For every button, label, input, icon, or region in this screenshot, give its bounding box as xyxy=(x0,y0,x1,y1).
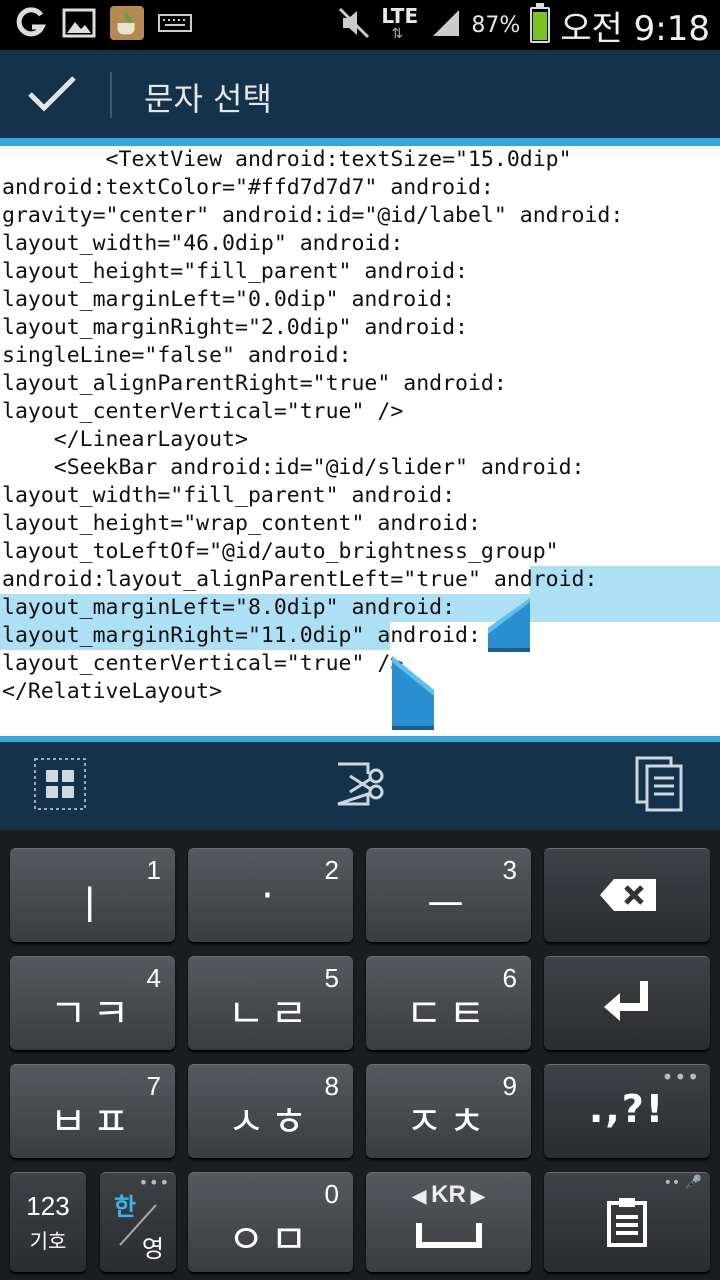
action-bar-divider xyxy=(110,72,112,118)
key-number: 0 xyxy=(324,1179,339,1209)
code-line: layout_height="fill_parent" android: xyxy=(2,259,468,284)
code-line: </RelativeLayout> xyxy=(2,679,223,704)
code-line: android:textColor="#ffd7d7d7" android: xyxy=(2,175,494,200)
key-0[interactable]: 0 ㅇㅁ xyxy=(188,1172,353,1272)
key-label: ㅇㅁ xyxy=(227,1217,314,1263)
more-dots: ••• xyxy=(138,1173,170,1192)
code-line: layout_centerVertical="true" /> xyxy=(2,399,404,424)
code-line: layout_toLeftOf="@id/auto_brightness_gro… xyxy=(2,539,559,564)
key-label: ㅅㅎ xyxy=(227,1099,314,1145)
key-1[interactable]: 1 ㅣ xyxy=(10,848,175,942)
chevron-left-icon: ◀ xyxy=(412,1186,432,1206)
code-line: gravity="center" android:id="@id/label" … xyxy=(2,203,624,228)
code-line: </LinearLayout> xyxy=(2,427,248,452)
clipboard-key[interactable]: •• 🎤 xyxy=(544,1172,710,1272)
key-5[interactable]: 5 ㄴㄹ xyxy=(188,956,353,1050)
page-title: 문자 선택 xyxy=(144,80,272,118)
symbols-label: 123 xyxy=(26,1191,70,1221)
symbols-sublabel: 기호 xyxy=(29,1229,67,1253)
clipboard-icon xyxy=(607,1198,647,1247)
key-label: ㅡ xyxy=(427,883,470,929)
copy-icon[interactable] xyxy=(630,754,690,814)
key-label: ㅣ xyxy=(71,883,114,929)
done-check-icon[interactable] xyxy=(22,68,82,120)
lte-indicator: LTE ⇅ xyxy=(381,4,419,42)
key-label: ㅂㅍ xyxy=(49,1099,136,1145)
key-4[interactable]: 4 ㄱㅋ xyxy=(10,956,175,1050)
code-line: layout_alignParentRight="true" android: xyxy=(2,371,507,396)
select-all-icon[interactable] xyxy=(30,754,90,814)
code-line: android:layout_alignParentLeft="true" an… xyxy=(2,567,598,592)
g-notification-icon xyxy=(14,6,48,40)
battery-icon xyxy=(530,3,551,43)
app-notification-icon xyxy=(110,6,144,40)
clock: 오전 9:18 xyxy=(560,8,710,49)
language-indicator: ◀ KR ▶ xyxy=(366,1181,531,1209)
backspace-key[interactable] xyxy=(544,848,710,942)
enter-key[interactable] xyxy=(544,956,710,1050)
code-line: layout_width="fill_parent" android: xyxy=(2,483,456,508)
space-key[interactable]: ◀ KR ▶ xyxy=(366,1172,531,1272)
code-line: layout_centerVertical="true" /> xyxy=(2,651,404,676)
language-english-label: 영 xyxy=(141,1235,164,1263)
space-icon xyxy=(416,1223,482,1248)
language-code: KR xyxy=(431,1181,466,1208)
key-label: ㄱㅋ xyxy=(49,991,136,1037)
mic-icon: •• 🎤 xyxy=(663,1175,702,1191)
code-line: <SeekBar android:id="@id/slider" android… xyxy=(2,455,585,480)
cut-icon[interactable] xyxy=(330,754,390,814)
code-line: <TextView android:textSize="15.0dip" xyxy=(2,147,572,172)
more-dots: ••• xyxy=(661,1065,700,1089)
key-2[interactable]: 2 · xyxy=(188,848,353,942)
key-6[interactable]: 6 ㄷㅌ xyxy=(366,956,531,1050)
symbols-key[interactable]: 123 기호 xyxy=(10,1172,86,1272)
text-editor[interactable]: <TextView android:textSize="15.0dip" and… xyxy=(0,146,720,736)
selection-toolbar xyxy=(0,742,720,830)
keyboard-notification-icon xyxy=(158,6,192,40)
selection-end-handle[interactable] xyxy=(392,656,434,730)
code-line: singleLine="false" android: xyxy=(2,343,352,368)
action-bar: 문자 선택 xyxy=(0,50,720,138)
key-8[interactable]: 8 ㅅㅎ xyxy=(188,1064,353,1158)
key-label: ㄴㄹ xyxy=(227,991,314,1037)
punctuation-label: .,?! xyxy=(588,1087,666,1131)
selection-start-handle[interactable] xyxy=(488,598,530,654)
enter-icon xyxy=(604,981,648,1021)
language-key[interactable]: ••• 한 영 xyxy=(100,1172,176,1272)
key-label: ㅈㅊ xyxy=(405,1099,492,1145)
code-line: layout_marginRight="2.0dip" android: xyxy=(2,315,468,340)
signal-icon xyxy=(431,8,461,42)
action-bar-accent xyxy=(0,138,720,146)
code-line: layout_marginLeft="0.0dip" android: xyxy=(2,287,456,312)
key-7[interactable]: 7 ㅂㅍ xyxy=(10,1064,175,1158)
status-bar: LTE ⇅ 87% 오전 9:18 xyxy=(0,0,720,50)
code-line: layout_marginRight="11.0dip" android: xyxy=(2,623,481,648)
key-3[interactable]: 3 ㅡ xyxy=(366,848,531,942)
key-label: ㄷㅌ xyxy=(405,991,492,1037)
keyboard: 1 ㅣ 2 · 3 ㅡ 4 ㄱㅋ 5 ㄴㄹ 6 ㄷㅌ 7 ㅂㅍ 8 ㅅㅎ 9 ㅈ… xyxy=(0,830,720,1280)
key-9[interactable]: 9 ㅈㅊ xyxy=(366,1064,531,1158)
gallery-notification-icon xyxy=(62,6,96,40)
battery-percent: 87% xyxy=(471,12,521,38)
chevron-right-icon: ▶ xyxy=(465,1186,485,1206)
key-label: · xyxy=(261,873,280,919)
code-line: layout_marginLeft="8.0dip" android: xyxy=(2,595,456,620)
code-line: layout_width="46.0dip" android: xyxy=(2,231,404,256)
punctuation-key[interactable]: ••• .,?! xyxy=(544,1064,710,1158)
code-line: layout_height="wrap_content" android: xyxy=(2,511,481,536)
backspace-icon xyxy=(600,879,656,911)
mute-icon xyxy=(337,6,371,44)
